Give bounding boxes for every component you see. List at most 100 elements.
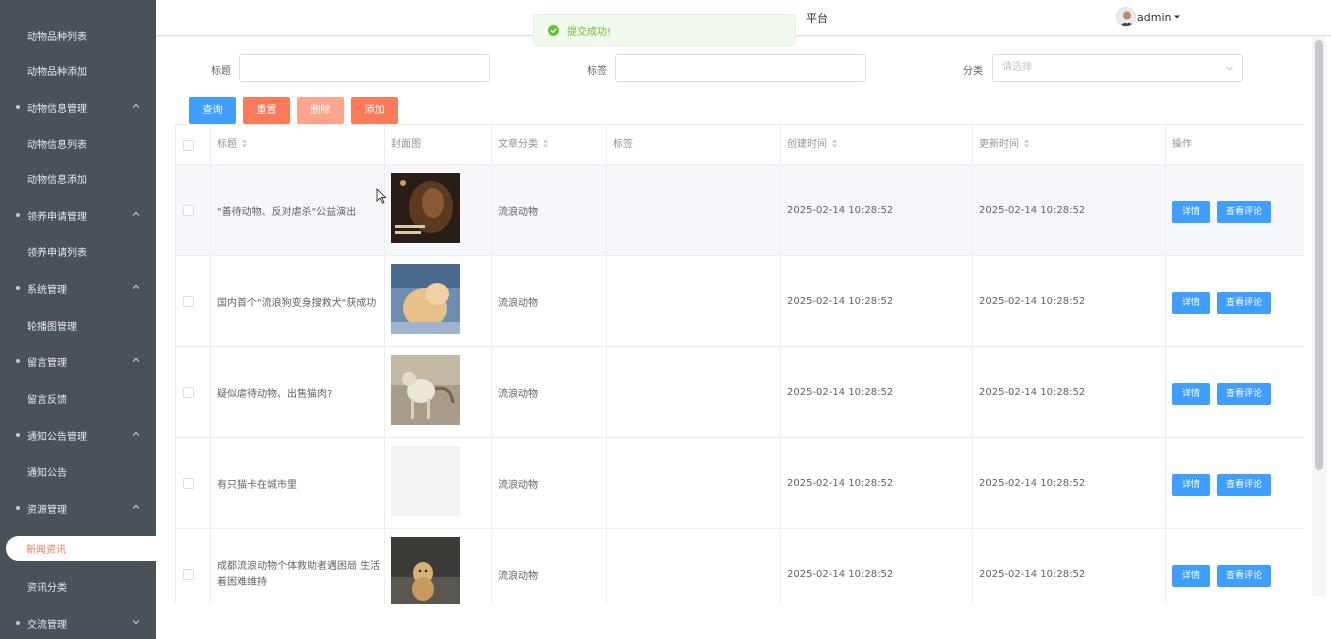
row-created: 2025-02-14 10:28:52	[787, 387, 894, 398]
column-divider	[210, 125, 211, 604]
sidebar-group-notices[interactable]: 通知公告管理	[0, 417, 156, 453]
sidebar-item-news-category[interactable]: 资讯分类	[0, 568, 156, 604]
view-comments-button[interactable]: 查看评论	[1217, 565, 1271, 587]
sort-icon[interactable]	[542, 139, 549, 148]
table-row[interactable]: 疑似虐待动物、出售猫肉? 流浪动物 2025-02-14 10:28:52 20…	[176, 347, 1304, 438]
caret-down-icon[interactable]	[1173, 13, 1181, 21]
row-checkbox[interactable]	[183, 478, 194, 489]
bullet-icon	[16, 213, 20, 217]
sidebar-group-messages[interactable]: 留言管理	[0, 343, 156, 379]
bullet-icon	[16, 506, 20, 510]
avatar[interactable]	[1116, 7, 1136, 27]
row-created: 2025-02-14 10:28:52	[787, 478, 894, 489]
table-row[interactable]: 成都流浪动物个体救助者遇困局 生活着困难维持 流浪动物 2025-02-14 1…	[176, 529, 1304, 604]
success-check-icon	[548, 24, 559, 36]
table-row[interactable]: 国内首个"流浪狗变身搜救犬"获成功 流浪动物 2025-02-14 10:28:…	[176, 256, 1304, 347]
row-updated: 2025-02-14 10:28:52	[979, 478, 1086, 489]
row-tag	[606, 529, 779, 604]
view-comments-button[interactable]: 查看评论	[1217, 383, 1271, 405]
app-root: 动物品种列表 动物品种添加 动物信息管理 动物信息列表 动物信息添加 领养申请管…	[0, 0, 1331, 639]
select-all-checkbox[interactable]	[183, 139, 194, 151]
add-button[interactable]: 添加	[351, 97, 398, 124]
sort-icon[interactable]	[241, 139, 248, 148]
sidebar: 动物品种列表 动物品种添加 动物信息管理 动物信息列表 动物信息添加 领养申请管…	[0, 0, 156, 639]
view-comments-button[interactable]: 查看评论	[1217, 201, 1271, 223]
scrollbar-thumb[interactable]	[1315, 40, 1323, 470]
username[interactable]: admin	[1137, 11, 1171, 24]
sidebar-group-resources[interactable]: 资源管理	[0, 490, 156, 526]
chevron-up-icon	[132, 357, 140, 362]
col-header-category[interactable]: 文章分类	[491, 125, 606, 165]
row-created: 2025-02-14 10:28:52	[787, 569, 894, 580]
col-header-created[interactable]: 创建时间	[780, 125, 972, 165]
title-search-input[interactable]	[239, 54, 490, 82]
cover-dog-image	[391, 537, 460, 604]
row-title: 疑似虐待动物、出售猫肉?	[217, 389, 333, 400]
col-header-updated[interactable]: 更新时间	[972, 125, 1164, 165]
row-checkbox[interactable]	[183, 205, 194, 216]
chevron-down-icon	[132, 620, 140, 625]
column-divider	[606, 125, 607, 604]
sidebar-group-system[interactable]: 系统管理	[0, 270, 156, 306]
chevron-up-icon	[132, 211, 140, 216]
detail-button[interactable]: 详情	[1172, 565, 1210, 587]
success-toast: 提交成功!	[533, 14, 796, 46]
chevron-up-icon	[132, 284, 140, 289]
table-row[interactable]: 有只猫卡在城市里 流浪动物 2025-02-14 10:28:52 2025-0…	[176, 438, 1304, 529]
row-checkbox[interactable]	[183, 387, 194, 398]
category-select[interactable]: 请选择	[992, 54, 1243, 82]
tag-search-input[interactable]	[615, 54, 866, 82]
table-header: 标题 封面图 文章分类 标签 创建时间 更新时间 操作	[176, 125, 1304, 165]
cover-poster-image	[391, 173, 460, 243]
news-table: 标题 封面图 文章分类 标签 创建时间 更新时间 操作 "善待动物、反对虐杀"公…	[175, 124, 1304, 604]
row-updated: 2025-02-14 10:28:52	[979, 569, 1086, 580]
view-comments-button[interactable]: 查看评论	[1217, 292, 1271, 314]
sidebar-item-animal-add[interactable]: 动物信息添加	[0, 160, 156, 196]
sidebar-item-breed-add[interactable]: 动物品种添加	[0, 52, 156, 88]
query-button[interactable]: 查询	[189, 97, 236, 124]
view-comments-button[interactable]: 查看评论	[1217, 474, 1271, 496]
sidebar-item-adoption-list[interactable]: 领养申请列表	[0, 233, 156, 269]
col-header-title[interactable]: 标题	[210, 125, 384, 165]
detail-button[interactable]: 详情	[1172, 201, 1210, 223]
sidebar-item-notice[interactable]: 通知公告	[0, 453, 156, 489]
row-checkbox[interactable]	[183, 569, 194, 580]
sidebar-item-breed-list[interactable]: 动物品种列表	[0, 17, 156, 53]
row-checkbox[interactable]	[183, 296, 194, 307]
sort-icon[interactable]	[831, 139, 838, 148]
delete-button[interactable]: 删除	[297, 97, 344, 124]
column-divider	[1165, 125, 1166, 604]
row-updated: 2025-02-14 10:28:52	[979, 296, 1086, 307]
column-divider	[780, 125, 781, 604]
reset-button[interactable]: 重置	[243, 97, 290, 124]
user-avatar-icon	[1117, 8, 1135, 26]
title-label: 标题	[211, 66, 231, 77]
detail-button[interactable]: 详情	[1172, 474, 1210, 496]
col-header-actions: 操作	[1172, 139, 1192, 150]
sidebar-item-animal-list[interactable]: 动物信息列表	[0, 125, 156, 161]
row-created: 2025-02-14 10:28:52	[787, 205, 894, 216]
detail-button[interactable]: 详情	[1172, 292, 1210, 314]
sidebar-item-carousel[interactable]: 轮播图管理	[0, 307, 156, 343]
table-row[interactable]: "善待动物、反对虐杀"公益演出 流浪动物 2025-02-14 10:28:52…	[176, 165, 1304, 256]
row-title: 有只猫卡在城市里	[217, 480, 297, 491]
sidebar-group-animal-info[interactable]: 动物信息管理	[0, 89, 156, 125]
cover-cat-image	[391, 264, 460, 334]
select-all-cell	[176, 125, 210, 165]
row-select-cell	[176, 438, 194, 529]
row-select-cell	[176, 347, 194, 438]
row-title: "善待动物、反对虐杀"公益演出	[217, 207, 357, 218]
row-select-cell	[176, 529, 194, 604]
user-menu[interactable]: admin	[1116, 7, 1181, 27]
cover-image	[391, 264, 460, 334]
sort-icon[interactable]	[1023, 139, 1030, 148]
chevron-up-icon	[132, 504, 140, 509]
cover-image-empty	[391, 446, 460, 516]
sidebar-group-adoption[interactable]: 领养申请管理	[0, 197, 156, 233]
sidebar-item-feedback[interactable]: 留言反馈	[0, 380, 156, 416]
sidebar-item-news[interactable]: 新闻资讯	[6, 536, 156, 561]
detail-button[interactable]: 详情	[1172, 383, 1210, 405]
bullet-icon	[16, 359, 20, 363]
sidebar-group-exchange[interactable]: 交流管理	[0, 605, 156, 639]
bullet-icon	[16, 621, 20, 625]
